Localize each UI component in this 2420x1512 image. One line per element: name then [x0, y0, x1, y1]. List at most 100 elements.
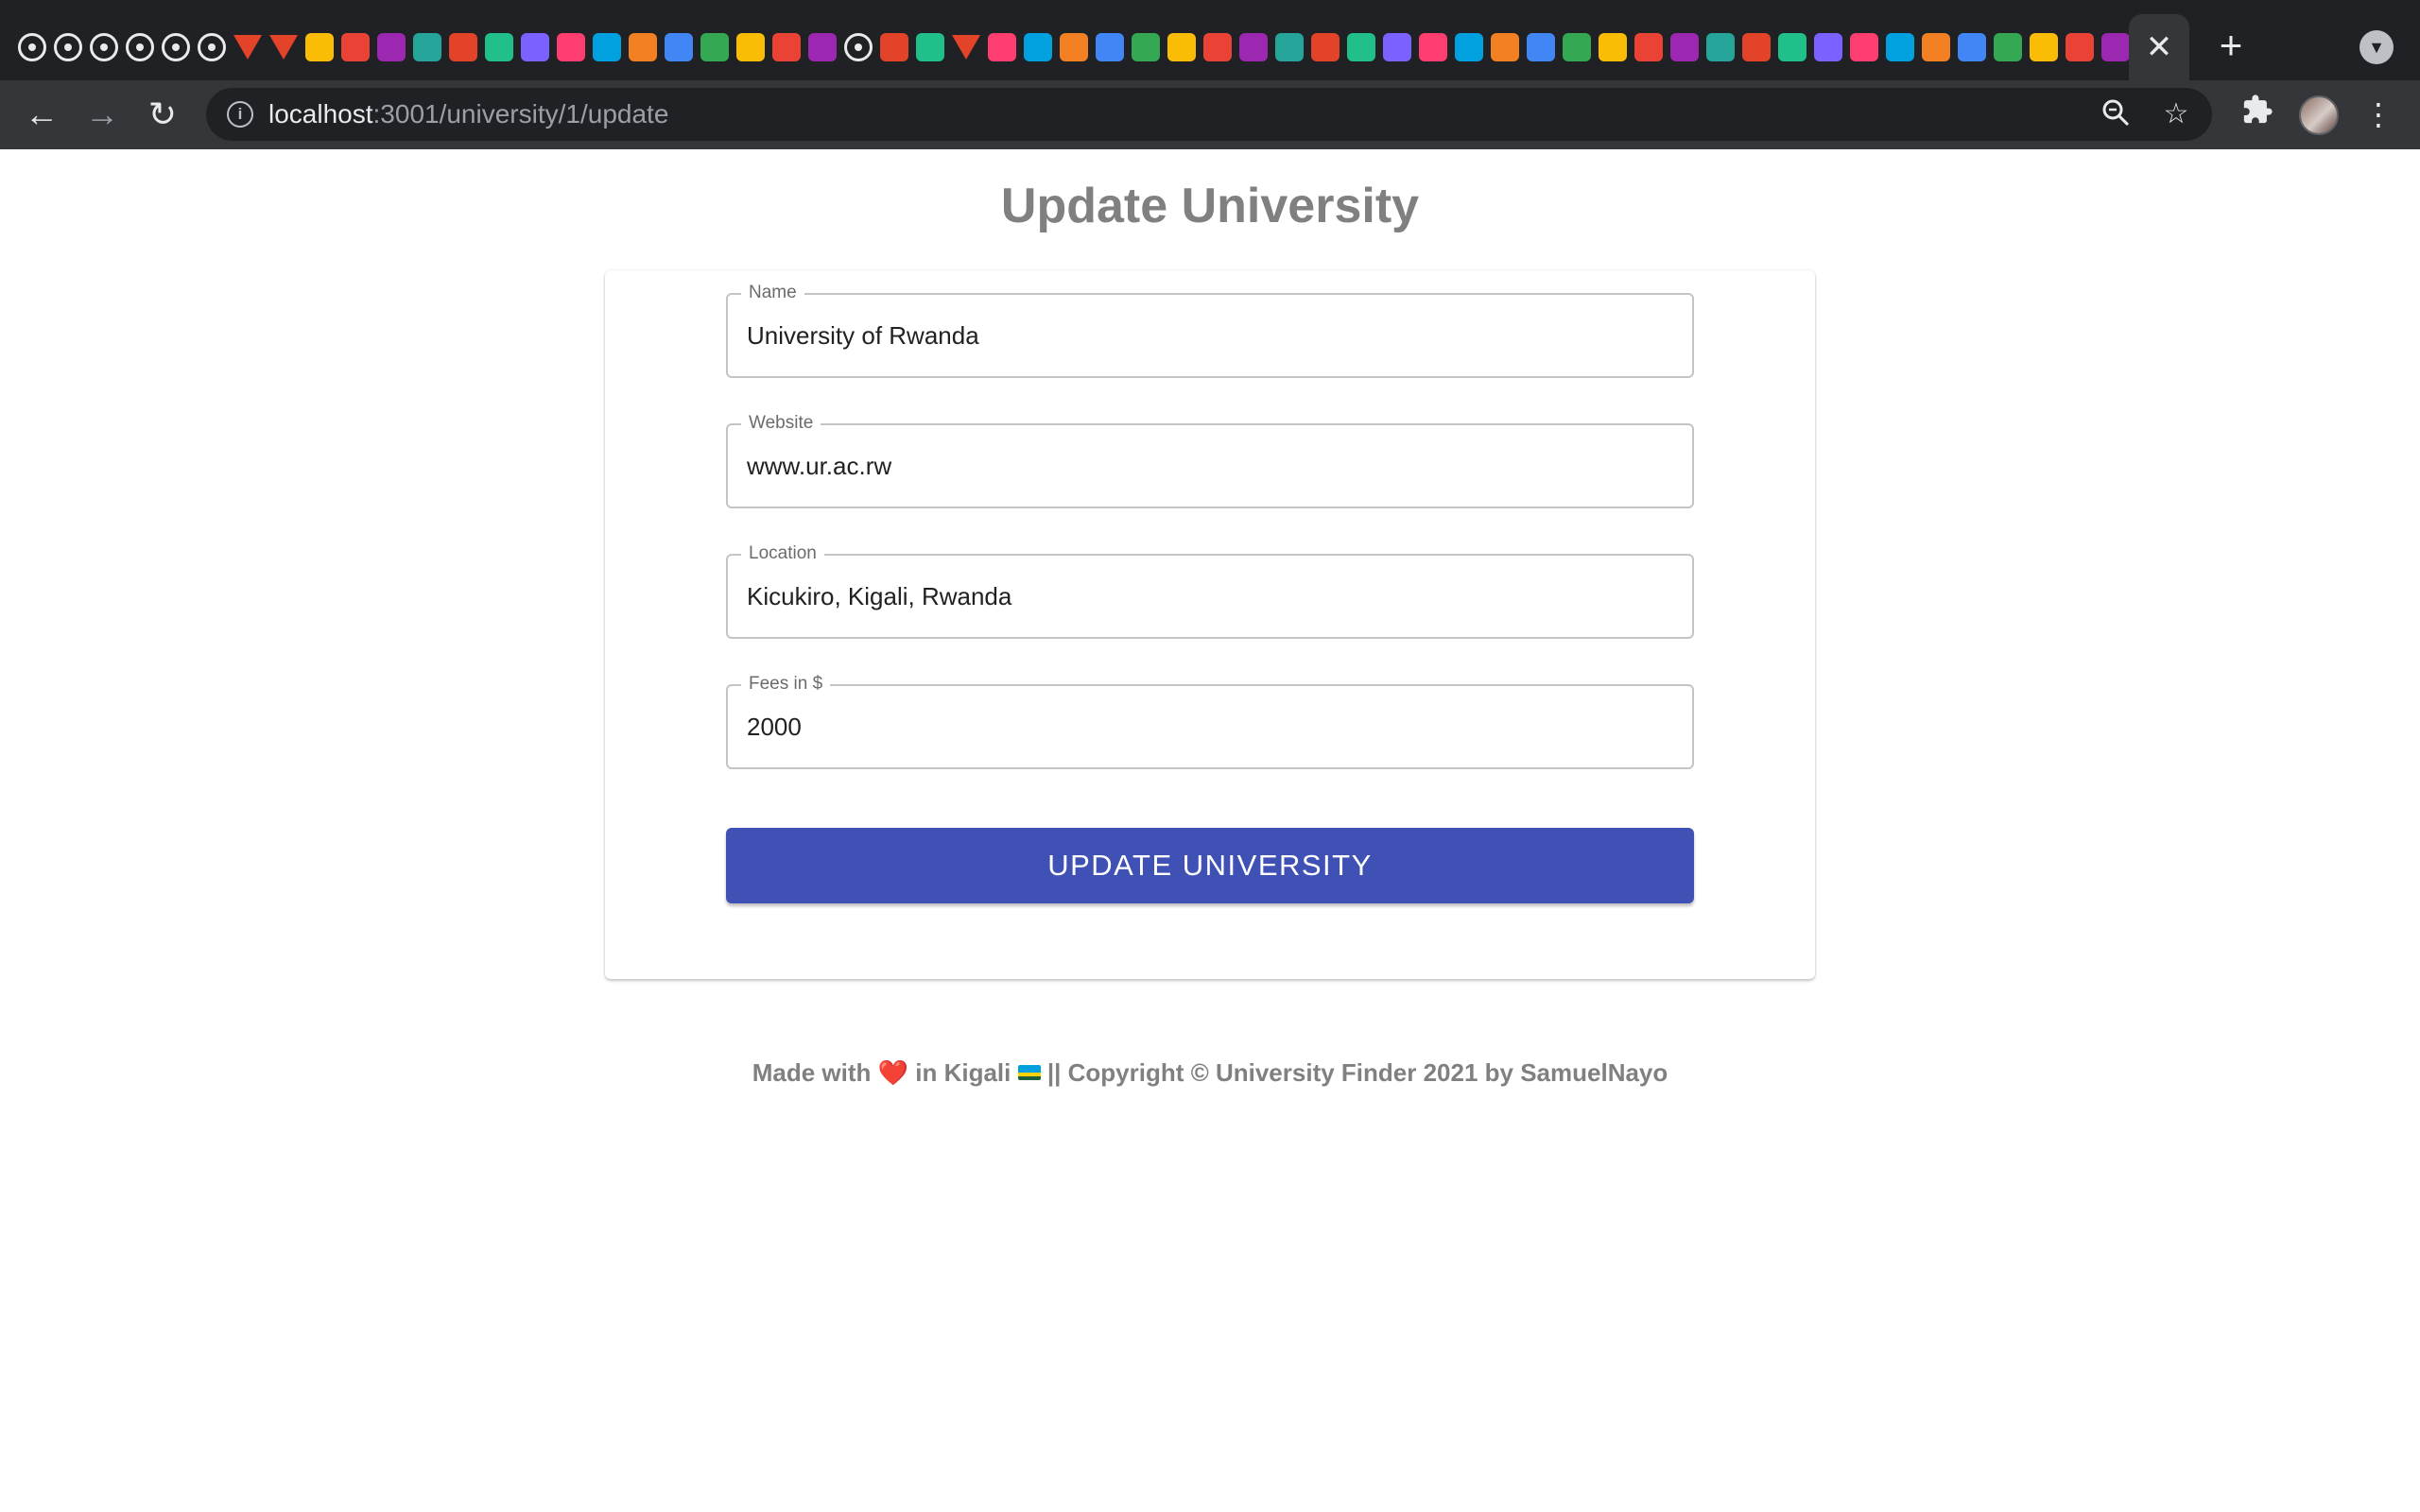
gitlab-icon	[268, 35, 298, 60]
pinned-tab[interactable]	[1416, 31, 1449, 64]
github-icon	[161, 33, 190, 61]
pinned-tab[interactable]	[1739, 31, 1772, 64]
active-tab[interactable]: ✕	[2129, 14, 2189, 80]
pinned-tab[interactable]	[302, 31, 336, 64]
pinned-tab[interactable]	[1488, 31, 1521, 64]
gitlab-icon	[233, 35, 262, 60]
pinned-tab[interactable]	[1991, 31, 2024, 64]
star-icon[interactable]: ☆	[2159, 97, 2193, 131]
gmail-icon	[1346, 33, 1375, 61]
figure-icon	[1669, 33, 1699, 61]
pinned-tab[interactable]	[1308, 31, 1341, 64]
github-icon	[125, 33, 154, 61]
pinned-tab[interactable]	[1632, 31, 1665, 64]
pinned-tab[interactable]	[159, 31, 192, 64]
docs-icon	[1095, 33, 1124, 61]
pinned-tab[interactable]	[267, 31, 300, 64]
chevron-down-icon: ▼	[2368, 37, 2385, 57]
pinned-tab[interactable]	[1129, 31, 1162, 64]
update-university-button[interactable]: UPDATE UNIVERSITY	[726, 828, 1694, 903]
pinned-tab[interactable]	[626, 31, 659, 64]
pinned-tab[interactable]	[1703, 31, 1737, 64]
pinned-tab[interactable]	[123, 31, 156, 64]
pinned-tab[interactable]	[590, 31, 623, 64]
footer-city: in Kigali	[915, 1058, 1011, 1087]
pinned-tab[interactable]	[1847, 31, 1880, 64]
name-input[interactable]: University of Rwanda	[747, 295, 979, 376]
hn-icon	[448, 33, 477, 61]
pinned-tab[interactable]	[1919, 31, 1952, 64]
pinned-tab[interactable]	[1775, 31, 1808, 64]
pinned-tab[interactable]	[2063, 31, 2096, 64]
pinned-tab[interactable]	[338, 31, 372, 64]
name-field[interactable]: Name University of Rwanda	[726, 282, 1694, 378]
new-tab-button[interactable]: +	[2212, 26, 2250, 65]
pinned-tab[interactable]	[805, 31, 838, 64]
url-text[interactable]: localhost:3001/university/1/update	[268, 88, 668, 141]
pinned-tab[interactable]	[1380, 31, 1413, 64]
fees-field[interactable]: Fees in $ 2000	[726, 673, 1694, 769]
pinned-tab[interactable]	[374, 31, 407, 64]
puzzle-icon[interactable]	[2237, 94, 2278, 135]
location-field[interactable]: Location Kicukiro, Kigali, Rwanda	[726, 542, 1694, 639]
forward-button[interactable]: →	[81, 94, 123, 135]
pinned-tab[interactable]	[769, 31, 803, 64]
profile-avatar[interactable]	[2299, 95, 2339, 135]
close-icon[interactable]: ✕	[2146, 31, 2173, 63]
pinned-tab[interactable]	[1560, 31, 1593, 64]
pinned-tab[interactable]	[51, 31, 84, 64]
pinned-tab[interactable]	[1668, 31, 1701, 64]
info-icon[interactable]: i	[227, 101, 253, 128]
pinned-tab[interactable]	[1524, 31, 1557, 64]
pinned-tab[interactable]	[446, 31, 479, 64]
back-button[interactable]: ←	[21, 94, 62, 135]
pinned-tab[interactable]	[1057, 31, 1090, 64]
website-input[interactable]: www.ur.ac.rw	[747, 425, 891, 507]
heart-icon: ❤️	[877, 1058, 908, 1087]
rwanda-flag-icon	[1017, 1065, 1041, 1081]
pinned-tab[interactable]	[15, 31, 48, 64]
tab-search-button[interactable]: ▼	[2360, 30, 2394, 64]
magnifier-icon[interactable]	[2099, 97, 2133, 131]
pinned-tab[interactable]	[482, 31, 515, 64]
pinned-tab[interactable]	[1811, 31, 1844, 64]
pinned-tab[interactable]	[1883, 31, 1916, 64]
pinned-tab[interactable]	[410, 31, 443, 64]
pinned-tab[interactable]	[1344, 31, 1377, 64]
location-input[interactable]: Kicukiro, Kigali, Rwanda	[747, 556, 1011, 637]
footer-copyright: || Copyright © University Finder 2021 by…	[1046, 1058, 1668, 1087]
square-icon	[1167, 33, 1196, 61]
pinned-tab[interactable]	[662, 31, 695, 64]
pinned-tab[interactable]	[518, 31, 551, 64]
reload-button[interactable]: ↻	[142, 94, 183, 135]
pinned-tab[interactable]	[949, 31, 982, 64]
pinned-tab[interactable]	[554, 31, 587, 64]
ubuntu-icon	[700, 33, 729, 61]
pinned-tab[interactable]	[841, 31, 874, 64]
pinned-tab[interactable]	[231, 31, 264, 64]
pinned-tab[interactable]	[913, 31, 946, 64]
pinned-tab[interactable]	[1093, 31, 1126, 64]
pinned-tab[interactable]	[1165, 31, 1198, 64]
pinned-tab[interactable]	[985, 31, 1018, 64]
pinned-tab[interactable]	[1272, 31, 1305, 64]
pinned-tab[interactable]	[2027, 31, 2060, 64]
fees-input[interactable]: 2000	[747, 686, 802, 767]
pinned-tab[interactable]	[877, 31, 910, 64]
pinned-tab[interactable]	[1452, 31, 1485, 64]
pinned-tab[interactable]	[1236, 31, 1270, 64]
pinned-tab[interactable]	[734, 31, 767, 64]
address-bar[interactable]: i localhost:3001/university/1/update ☆	[206, 88, 2212, 141]
pinned-tab[interactable]	[1021, 31, 1054, 64]
pinned-tab[interactable]	[698, 31, 731, 64]
triangle-icon	[556, 33, 585, 61]
url-host: localhost	[268, 99, 373, 129]
pinned-tab[interactable]	[1955, 31, 1988, 64]
pinned-tab[interactable]	[1596, 31, 1629, 64]
pinned-tab[interactable]	[1201, 31, 1234, 64]
kebab-menu-icon[interactable]: ⋮	[2358, 94, 2399, 135]
website-field[interactable]: Website www.ur.ac.rw	[726, 412, 1694, 508]
pinned-tab[interactable]	[2099, 31, 2132, 64]
pinned-tab[interactable]	[195, 31, 228, 64]
pinned-tab[interactable]	[87, 31, 120, 64]
